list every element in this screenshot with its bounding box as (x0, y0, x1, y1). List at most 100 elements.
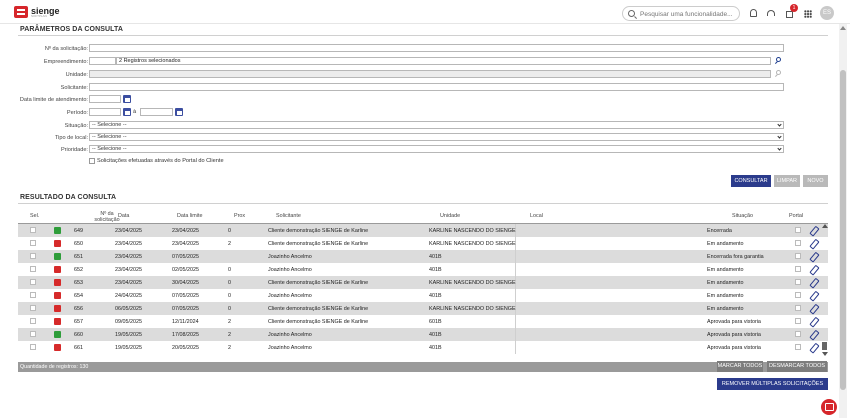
cell-data: 23/04/2025 (115, 228, 142, 234)
desmarcar-todos-button[interactable]: DESMARCAR TODOS (767, 361, 827, 372)
sienge-logo[interactable]: sienge SOFTPLAN (14, 6, 60, 18)
num-solicitacao-field[interactable] (89, 44, 784, 52)
table-scrollbar[interactable] (821, 224, 828, 359)
portal-checkbox[interactable] (795, 305, 801, 311)
empreendimento-desc-field[interactable]: 2 Registros selecionados (116, 57, 771, 65)
scrollbar-thumb[interactable] (840, 70, 846, 390)
results-section-title: RESULTADO DA CONSULTA (20, 194, 117, 201)
periodo-ate-field[interactable] (140, 108, 173, 116)
edit-pencil-icon[interactable] (810, 318, 817, 325)
col-data[interactable]: Data (118, 213, 129, 220)
situacao-value: -- Selecione -- (92, 122, 127, 128)
portal-checkbox[interactable] (795, 344, 801, 350)
table-row[interactable]: 661 19/05/2025 20/05/2025 2 Joazinho Ancelmo… (18, 341, 828, 354)
edit-pencil-icon[interactable] (810, 266, 817, 273)
table-row[interactable]: 656 06/05/2025 07/05/2025 0 Cliente demonstr… (18, 302, 828, 315)
table-row[interactable]: 657 09/05/2025 12/11/2024 2 Cliente demonstr… (18, 315, 828, 328)
row-select-checkbox[interactable] (30, 240, 36, 246)
col-local[interactable]: Local (530, 213, 543, 220)
empreendimento-lookup-icon[interactable] (774, 57, 783, 65)
table-row[interactable]: 660 19/05/2025 17/08/2025 2 Joazinho Ancelmo… (18, 328, 828, 341)
calendar-icon[interactable] (123, 95, 131, 103)
table-row[interactable]: 652 23/04/2025 02/05/2025 0 Joazinho Ancelmo… (18, 263, 828, 276)
row-select-checkbox[interactable] (30, 292, 36, 298)
remover-multiplas-button[interactable]: REMOVER MÚLTIPLAS SOLICITAÇÕES (717, 378, 828, 390)
apps-grid-icon[interactable] (804, 10, 812, 18)
col-situacao[interactable]: Situação (732, 213, 753, 220)
portal-checkbox[interactable] (795, 279, 801, 285)
scrollbar-thumb[interactable] (822, 342, 827, 350)
table-row[interactable]: 650 23/04/2025 23/04/2025 2 Cliente demonstr… (18, 237, 828, 250)
empreendimento-code-field[interactable] (89, 57, 116, 65)
table-row[interactable]: 649 23/04/2025 23/04/2025 0 Cliente demonstr… (18, 224, 828, 237)
novo-button[interactable]: NOVO (803, 175, 828, 187)
edit-pencil-icon[interactable] (810, 305, 817, 312)
page-scrollbar[interactable] (839, 24, 847, 418)
edit-pencil-icon[interactable] (810, 253, 817, 260)
col-solicitante[interactable]: Solicitante (276, 213, 301, 220)
cell-num: 661 (74, 345, 83, 351)
section-divider (18, 35, 828, 36)
search-icon (628, 10, 635, 17)
chat-support-icon[interactable] (821, 399, 837, 415)
cell-prox: 2 (228, 345, 231, 351)
limpar-button[interactable]: LIMPAR (774, 175, 800, 187)
consultar-button[interactable]: CONSULTAR (731, 175, 771, 187)
portal-checkbox[interactable] (795, 240, 801, 246)
col-data-limite[interactable]: Data limite (177, 213, 202, 220)
table-row[interactable]: 654 24/04/2025 07/05/2025 0 Joazinho Ancelmo… (18, 289, 828, 302)
search-input[interactable] (640, 9, 736, 19)
cell-limite: 07/05/2025 (172, 306, 199, 312)
solicitante-field[interactable] (89, 83, 784, 91)
row-select-checkbox[interactable] (30, 344, 36, 350)
cell-unidade: 401B (429, 293, 442, 299)
scroll-up-arrow-icon[interactable] (822, 224, 828, 228)
prioridade-select[interactable]: -- Selecione -- (89, 145, 784, 153)
portal-checkbox[interactable] (89, 158, 95, 164)
edit-pencil-icon[interactable] (810, 227, 817, 234)
col-prox[interactable]: Prox (234, 213, 245, 220)
portal-checkbox[interactable] (795, 292, 801, 298)
avatar[interactable]: ES (820, 6, 834, 20)
edit-pencil-icon[interactable] (810, 279, 817, 286)
bell-icon[interactable] (750, 9, 757, 17)
status-green-icon (54, 253, 61, 260)
row-select-checkbox[interactable] (30, 318, 36, 324)
table-row[interactable]: 651 23/04/2025 07/05/2025 Joazinho Ancelmo 4… (18, 250, 828, 263)
calendar-icon[interactable] (175, 108, 183, 116)
data-limite-field[interactable] (89, 95, 121, 103)
portal-checkbox-label: Solicitações efetuadas através do Portal… (97, 158, 224, 164)
cell-solicitante: Joazinho Ancelmo (268, 267, 312, 273)
portal-checkbox[interactable] (795, 253, 801, 259)
row-select-checkbox[interactable] (30, 279, 36, 285)
portal-checkbox[interactable] (795, 318, 801, 324)
edit-pencil-icon[interactable] (810, 292, 817, 299)
cell-solicitante: Cliente demonstração SIENGE de Karline (268, 280, 369, 286)
marcar-todos-button[interactable]: MARCAR TODOS (717, 361, 763, 372)
gift-icon[interactable] (786, 11, 793, 18)
status-red-icon (54, 266, 61, 273)
row-select-checkbox[interactable] (30, 253, 36, 259)
row-select-checkbox[interactable] (30, 331, 36, 337)
row-select-checkbox[interactable] (30, 227, 36, 233)
edit-pencil-icon[interactable] (810, 240, 817, 247)
calendar-icon[interactable] (123, 108, 131, 116)
portal-checkbox[interactable] (795, 227, 801, 233)
edit-pencil-icon[interactable] (810, 331, 817, 338)
headset-icon[interactable] (767, 10, 775, 16)
scroll-down-arrow-icon[interactable] (822, 352, 828, 356)
table-row[interactable]: 653 23/04/2025 30/04/2025 0 Cliente demonstr… (18, 276, 828, 289)
scroll-up-arrow-icon[interactable] (840, 26, 846, 30)
tipo-local-select[interactable]: -- Selecione -- (89, 133, 784, 141)
portal-checkbox[interactable] (795, 331, 801, 337)
col-unidade[interactable]: Unidade (440, 213, 460, 220)
row-select-checkbox[interactable] (30, 266, 36, 272)
row-select-checkbox[interactable] (30, 305, 36, 311)
edit-pencil-icon[interactable] (810, 344, 817, 351)
situacao-select[interactable]: -- Selecione -- (89, 121, 784, 129)
periodo-de-field[interactable] (89, 108, 121, 116)
column-divider (515, 341, 516, 354)
cell-unidade: KARLINE NASCENDO DO SIENGE (429, 228, 516, 234)
global-search[interactable] (622, 6, 740, 21)
portal-checkbox[interactable] (795, 266, 801, 272)
